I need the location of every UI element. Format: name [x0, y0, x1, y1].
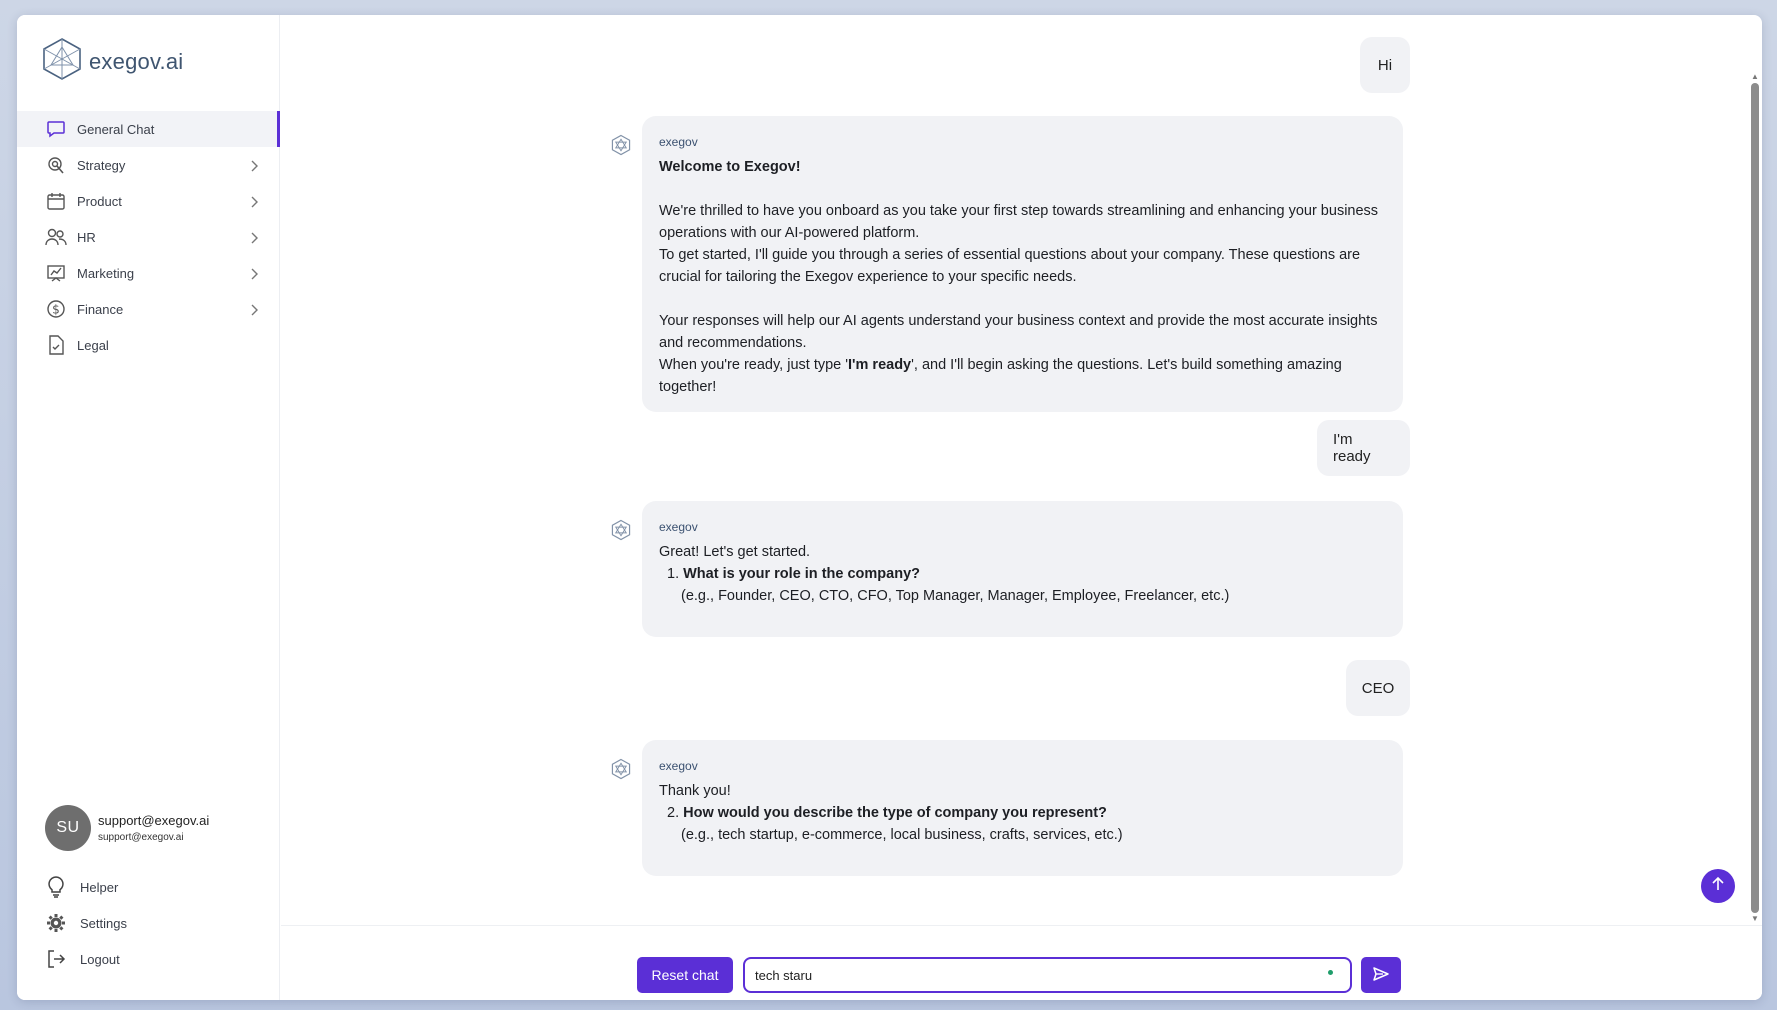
sidebar: exegov.ai General Chat Strategy Product … — [17, 15, 280, 1000]
chevron-right-icon — [250, 267, 258, 285]
message-paragraph: We're thrilled to have you onboard as yo… — [659, 203, 1379, 241]
bot-bubble: exegov Thank you! 2. How would you descr… — [642, 740, 1403, 876]
question-hint: (e.g., Founder, CEO, CTO, CFO, Top Manag… — [681, 588, 1230, 604]
send-icon — [1372, 966, 1390, 985]
sidebar-bottom-nav: Helper Settings Logout — [17, 869, 280, 977]
user-message: CEO — [1346, 660, 1410, 716]
sidebar-item-label: Legal — [77, 337, 109, 353]
logout-label: Logout — [80, 951, 120, 967]
settings-button[interactable]: Settings — [17, 905, 280, 941]
strategy-icon — [45, 154, 67, 176]
scroll-to-top-button[interactable] — [1701, 869, 1735, 903]
chevron-right-icon — [250, 195, 258, 213]
chart-board-icon — [45, 262, 67, 284]
sidebar-item-hr[interactable]: HR — [17, 219, 280, 255]
message-paragraph: Thank you! — [659, 783, 731, 799]
reset-chat-button[interactable]: Reset chat — [637, 957, 733, 993]
chevron-right-icon — [250, 159, 258, 177]
message-paragraph: Great! Let's get started. — [659, 544, 811, 560]
user-profile[interactable]: SU support@exegov.ai support@exegov.ai — [45, 805, 209, 851]
bot-avatar-icon — [611, 134, 631, 161]
scrollbar-thumb[interactable] — [1751, 83, 1759, 913]
bot-name: exegov — [659, 135, 698, 149]
sidebar-item-label: Marketing — [77, 265, 135, 281]
avatar: SU — [45, 805, 91, 851]
message-paragraph: To get started, I'll guide you through a… — [659, 247, 1361, 285]
user-email: support@exegov.ai — [98, 832, 184, 843]
logo-icon — [41, 37, 83, 86]
bot-bubble: exegov Great! Let's get started. 1. What… — [642, 501, 1403, 637]
question-line: 1. What is your role in the company? — [667, 566, 920, 582]
bot-bubble: exegov Welcome to Exegov! We're thrilled… — [642, 116, 1403, 412]
message-paragraph: Your responses will help our AI agents u… — [659, 313, 1378, 351]
sidebar-item-label: Strategy — [77, 157, 126, 173]
chevron-right-icon — [250, 303, 258, 321]
user-message: Hi — [1360, 37, 1410, 93]
dollar-circle-icon: $ — [45, 298, 67, 320]
sidebar-item-label: Finance — [77, 301, 124, 317]
logout-button[interactable]: Logout — [17, 941, 280, 977]
sidebar-item-label: General Chat — [77, 121, 155, 137]
bot-name: exegov — [659, 520, 698, 534]
logout-icon — [45, 948, 67, 970]
sidebar-nav: General Chat Strategy Product HR Marketi… — [17, 111, 280, 363]
sidebar-item-finance[interactable]: $ Finance — [17, 291, 280, 327]
settings-label: Settings — [80, 915, 127, 931]
gear-icon — [45, 912, 67, 934]
sidebar-item-label: Product — [77, 193, 122, 209]
status-dot-icon — [1328, 970, 1333, 975]
arrow-up-icon — [1710, 876, 1726, 897]
welcome-title: Welcome to Exegov! — [659, 159, 801, 175]
scroll-down-arrow-icon[interactable]: ▼ — [1751, 915, 1759, 923]
app-window: exegov.ai General Chat Strategy Product … — [17, 15, 1762, 1000]
sidebar-item-strategy[interactable]: Strategy — [17, 147, 280, 183]
lightbulb-icon — [45, 876, 67, 898]
send-button[interactable] — [1361, 957, 1401, 993]
question-line: 2. How would you describe the type of co… — [667, 805, 1107, 821]
logo-text: exegov.ai — [89, 48, 184, 74]
bot-avatar-icon — [611, 519, 631, 546]
sidebar-item-legal[interactable]: Legal — [17, 327, 280, 363]
document-check-icon — [45, 334, 67, 356]
sidebar-item-marketing[interactable]: Marketing — [17, 255, 280, 291]
sidebar-item-general-chat[interactable]: General Chat — [17, 111, 280, 147]
helper-button[interactable]: Helper — [17, 869, 280, 905]
sidebar-item-product[interactable]: Product — [17, 183, 280, 219]
chat-input[interactable] — [743, 957, 1352, 993]
svg-text:$: $ — [52, 303, 60, 317]
sidebar-item-label: HR — [77, 229, 96, 245]
chat-composer: Reset chat — [281, 925, 1762, 1000]
user-name: support@exegov.ai — [98, 813, 210, 828]
calendar-icon — [45, 190, 67, 212]
message-paragraph: When you're ready, just type 'I'm ready'… — [659, 357, 1342, 395]
chat-bubble-icon — [45, 118, 67, 140]
chat-messages[interactable]: Hi exegov Welcome to Exegov! We're thril… — [281, 15, 1762, 925]
question-hint: (e.g., tech startup, e-commerce, local b… — [681, 827, 1123, 843]
chat-main: Hi exegov Welcome to Exegov! We're thril… — [281, 15, 1762, 1000]
user-message: I'm ready — [1317, 420, 1410, 476]
helper-label: Helper — [80, 879, 119, 895]
logo[interactable]: exegov.ai — [41, 37, 183, 86]
chevron-right-icon — [250, 231, 258, 249]
bot-avatar-icon — [611, 758, 631, 785]
bot-name: exegov — [659, 759, 698, 773]
scroll-up-arrow-icon[interactable]: ▲ — [1751, 73, 1759, 81]
chat-scrollbar[interactable]: ▲ ▼ — [1748, 15, 1762, 925]
people-icon — [45, 226, 67, 248]
